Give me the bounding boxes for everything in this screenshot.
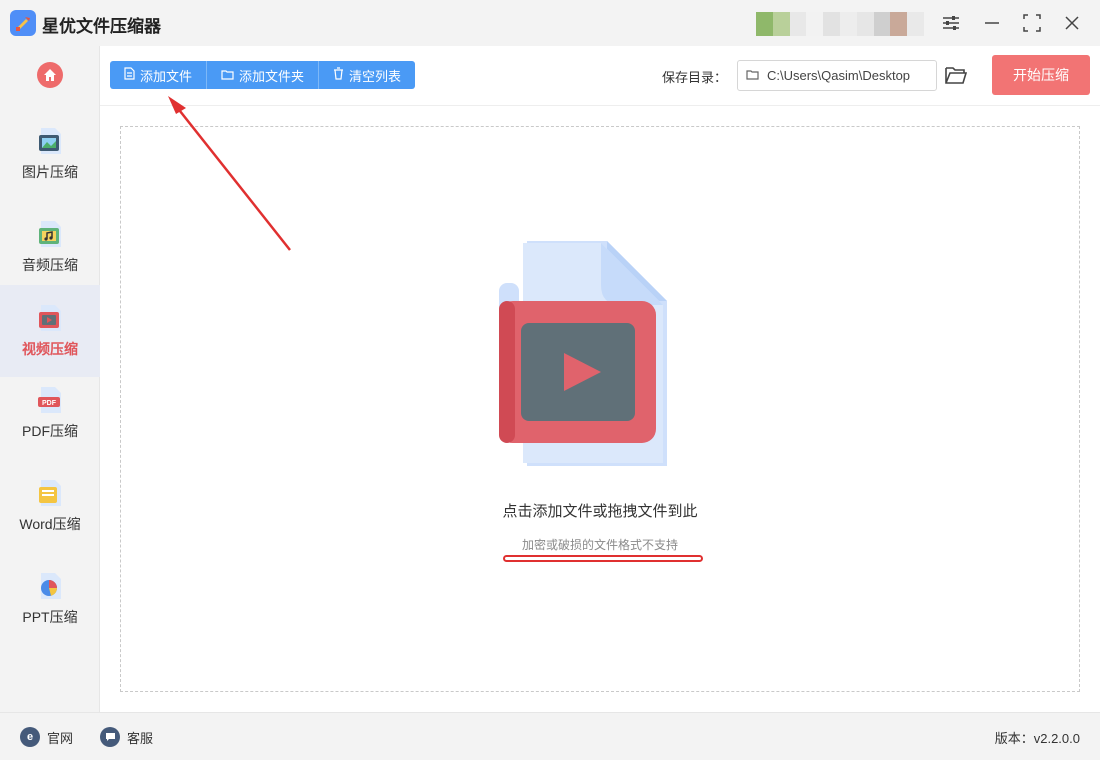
app-title: 星优文件压缩器 <box>42 17 161 36</box>
document-icon <box>124 67 135 83</box>
save-directory-field[interactable]: C:\Users\Qasim\Desktop <box>737 60 937 91</box>
drop-zone-title: 点击添加文件或拖拽文件到此 <box>502 503 698 520</box>
settings-sliders-icon[interactable] <box>938 10 964 36</box>
add-file-label: 添加文件 <box>140 68 193 84</box>
close-icon[interactable] <box>1059 10 1085 36</box>
app-logo-icon <box>10 10 36 36</box>
sidebar-item-label: PDF压缩 <box>22 423 78 439</box>
word-compress-icon <box>35 478 65 508</box>
user-avatar[interactable] <box>756 12 924 36</box>
ppt-compress-icon <box>35 571 65 601</box>
audio-compress-icon <box>35 219 65 249</box>
home-icon[interactable] <box>37 62 63 88</box>
sidebar-item-word-compress[interactable]: Word压缩 <box>0 460 100 552</box>
sidebar-item-pdf-compress[interactable]: PDF PDF压缩 <box>0 367 100 459</box>
toolbar: 添加文件 添加文件夹 清空列表 保存目录： C:\Users\Qasim\Des… <box>100 46 1100 106</box>
clear-list-button[interactable]: 清空列表 <box>319 61 415 89</box>
sidebar-item-image-compress[interactable]: 图片压缩 <box>0 108 100 200</box>
browser-e-icon: e <box>20 727 40 747</box>
add-folder-label: 添加文件夹 <box>239 68 305 84</box>
video-compress-icon <box>35 303 65 333</box>
trash-icon <box>333 67 344 83</box>
folder-outline-icon <box>746 68 759 83</box>
version-label: 版本：v2.2.0.0 <box>994 731 1080 746</box>
folder-icon <box>221 68 234 83</box>
minimize-icon[interactable] <box>979 10 1005 36</box>
drop-zone-hint: 加密或破损的文件格式不支持 <box>521 538 678 552</box>
file-drop-zone[interactable]: 点击添加文件或拖拽文件到此 加密或破损的文件格式不支持 <box>120 126 1080 692</box>
sidebar-item-label: 音频压缩 <box>22 257 78 273</box>
save-directory-path: C:\Users\Qasim\Desktop <box>767 68 911 83</box>
customer-service-link[interactable]: 客服 <box>100 727 153 747</box>
sidebar: 图片压缩 音频压缩 视频压缩 PDF PDF压缩 Word压缩 PPT压缩 <box>0 46 100 712</box>
sidebar-item-label: 视频压缩 <box>22 341 78 357</box>
sidebar-item-ppt-compress[interactable]: PPT压缩 <box>0 553 100 645</box>
file-button-group: 添加文件 添加文件夹 清空列表 <box>110 61 416 89</box>
sidebar-item-audio-compress[interactable]: 音频压缩 <box>0 201 100 293</box>
sidebar-item-video-compress[interactable]: 视频压缩 <box>0 285 100 377</box>
svg-text:PDF: PDF <box>42 400 57 407</box>
clear-list-label: 清空列表 <box>349 68 402 84</box>
image-compress-icon <box>35 126 65 156</box>
sidebar-item-label: PPT压缩 <box>22 609 78 625</box>
title-bar: 星优文件压缩器 <box>0 0 1100 46</box>
browse-folder-icon[interactable] <box>944 64 968 86</box>
video-file-illustration <box>497 241 707 471</box>
chat-bubble-icon <box>100 727 120 747</box>
add-folder-button[interactable]: 添加文件夹 <box>207 61 320 89</box>
add-file-button[interactable]: 添加文件 <box>110 61 208 89</box>
sidebar-item-label: Word压缩 <box>19 516 81 532</box>
maximize-icon[interactable] <box>1019 10 1045 36</box>
pdf-compress-icon: PDF <box>35 385 65 415</box>
support-label: 客服 <box>127 730 154 746</box>
annotation-underline <box>503 555 703 562</box>
start-compress-button[interactable]: 开始压缩 <box>992 55 1090 95</box>
website-link[interactable]: e 官网 <box>20 727 73 747</box>
website-label: 官网 <box>47 730 74 746</box>
save-directory-label: 保存目录： <box>662 70 728 85</box>
sidebar-item-label: 图片压缩 <box>22 164 78 180</box>
footer: e 官网 客服 版本：v2.2.0.0 <box>0 712 1100 760</box>
